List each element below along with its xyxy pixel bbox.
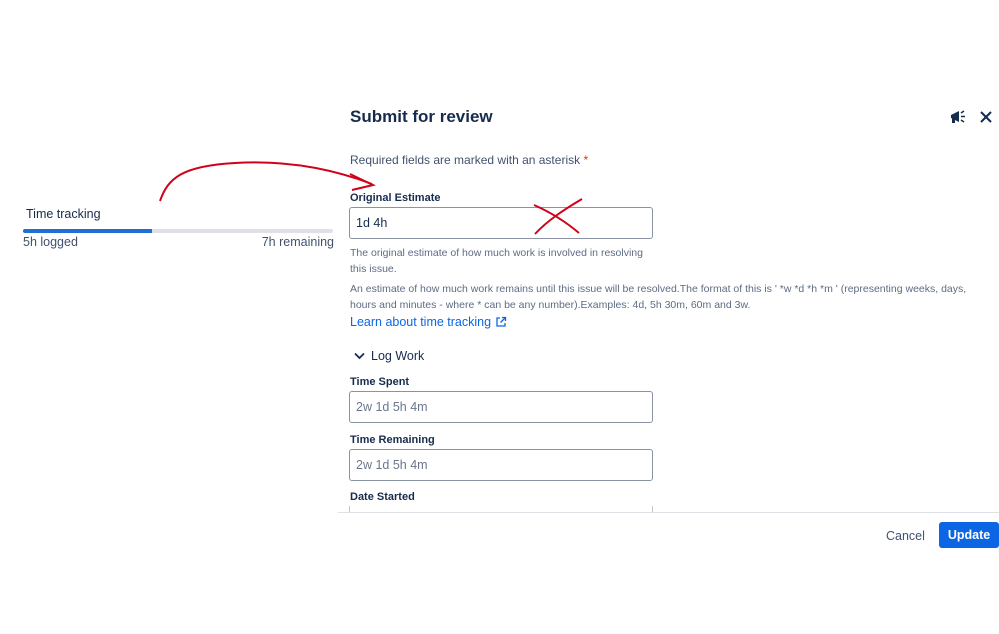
original-estimate-help: The original estimate of how much work i… (350, 247, 643, 275)
time-tracking-label: Time tracking (26, 207, 101, 221)
original-estimate-input[interactable] (349, 207, 653, 239)
footer-divider (338, 512, 999, 513)
time-remaining-label: Time Remaining (350, 434, 435, 446)
time-remaining-text: 7h remaining (261, 235, 334, 249)
remaining-estimate-help: An estimate of how much work remains unt… (350, 283, 967, 311)
original-estimate-label: Original Estimate (350, 192, 441, 204)
log-work-toggle[interactable]: Log Work (354, 349, 424, 363)
required-asterisk: * (583, 153, 589, 167)
time-remaining-input[interactable] (349, 449, 653, 481)
annotation-arrowhead (349, 173, 376, 191)
feedback-megaphone-icon[interactable] (948, 107, 968, 127)
close-icon[interactable] (976, 107, 996, 127)
external-link-icon (496, 316, 507, 327)
time-logged-text: 5h logged (23, 235, 78, 249)
date-started-label: Date Started (350, 491, 415, 503)
log-work-label: Log Work (371, 349, 425, 363)
dialog-title: Submit for review (350, 107, 493, 126)
time-tracking-progress-fill (23, 229, 153, 233)
chevron-down-icon (354, 352, 365, 360)
annotation-arrow (159, 161, 373, 202)
time-spent-input[interactable] (349, 391, 653, 423)
learn-time-tracking-link[interactable]: Learn about time tracking (350, 315, 507, 329)
update-button[interactable]: Update (939, 522, 999, 548)
time-spent-label: Time Spent (350, 376, 410, 388)
time-tracking-progress-bar[interactable] (23, 229, 333, 233)
required-note-text: Required fields are marked with an aster… (350, 153, 581, 167)
required-fields-note: Required fields are marked with an aster… (350, 153, 588, 167)
cancel-button[interactable]: Cancel (876, 524, 935, 548)
learn-link-text: Learn about time tracking (350, 315, 492, 329)
